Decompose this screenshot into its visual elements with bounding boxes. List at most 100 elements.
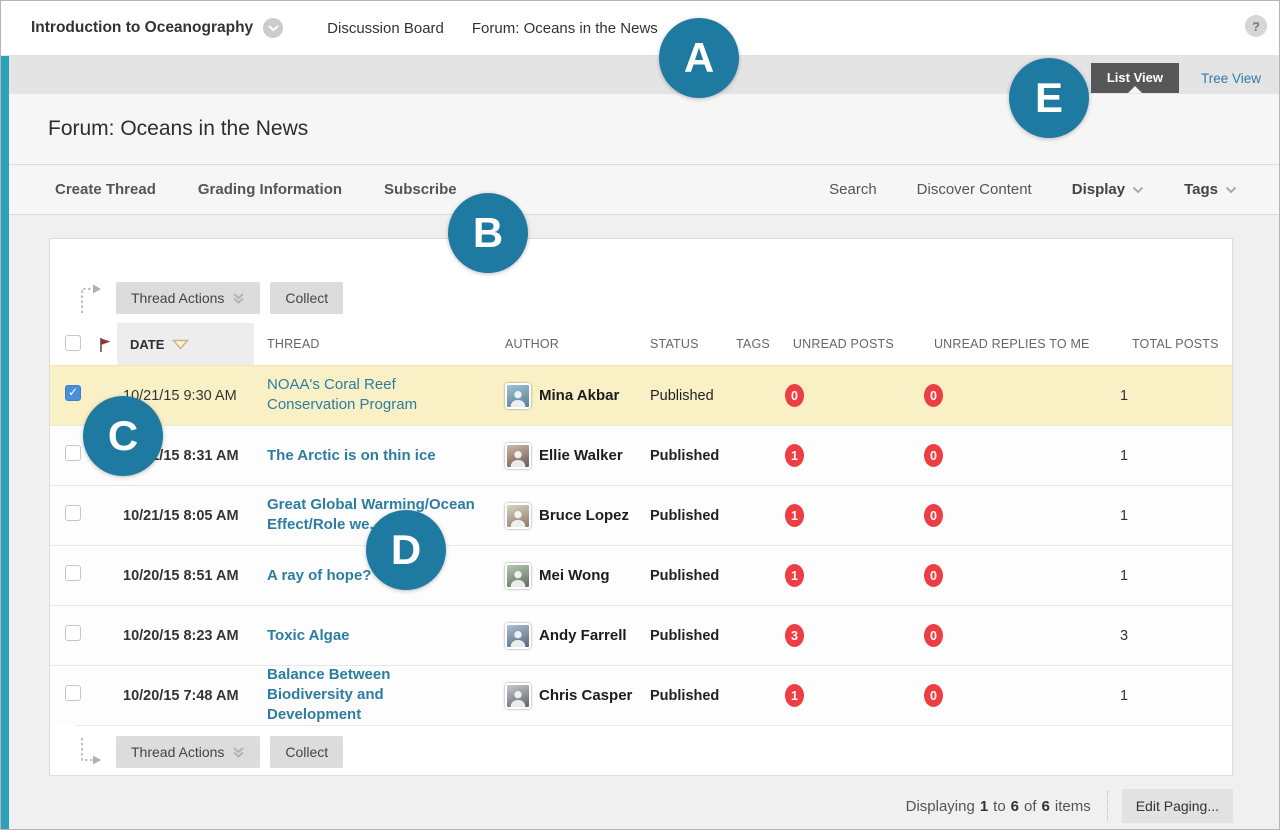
column-header-total-posts[interactable]: TOTAL POSTS <box>1132 337 1219 351</box>
discover-content-button[interactable]: Discover Content <box>917 181 1032 198</box>
author-name: Mei Wong <box>539 567 610 584</box>
flag-icon <box>98 336 112 353</box>
course-menu-toggle[interactable] <box>263 18 283 38</box>
thread-status: Published <box>642 688 727 704</box>
unread-replies-badge: 0 <box>924 684 943 707</box>
displaying-to: 6 <box>1011 798 1019 815</box>
unread-posts-badge: 1 <box>785 684 804 707</box>
column-header-thread[interactable]: THREAD <box>267 337 320 351</box>
total-posts: 1 <box>1092 688 1232 704</box>
chevron-down-icon <box>1132 186 1144 194</box>
tags-dropdown[interactable]: Tags <box>1184 181 1237 198</box>
table-row: ✓ 10/21/15 9:30 AM NOAA's Coral Reef Con… <box>50 365 1232 425</box>
displaying-from: 1 <box>980 798 988 815</box>
sort-descending-icon <box>172 339 189 350</box>
unread-posts-badge: 3 <box>785 624 804 647</box>
thread-list-container: Thread Actions Collect DATE <box>49 238 1233 776</box>
thread-date: 10/20/15 7:48 AM <box>117 688 254 704</box>
column-header-status[interactable]: STATUS <box>650 337 699 351</box>
thread-date: 10/20/15 8:51 AM <box>117 568 254 584</box>
avatar <box>505 503 531 529</box>
thread-actions-label: Thread Actions <box>131 290 224 306</box>
column-header-date[interactable]: DATE <box>117 323 254 365</box>
content-area: Thread Actions Collect DATE <box>9 215 1279 829</box>
thread-link[interactable]: Toxic Algae <box>267 626 350 646</box>
callout-e: E <box>1009 58 1089 138</box>
callout-b: B <box>448 193 528 273</box>
displaying-to-word: to <box>993 798 1006 815</box>
create-thread-button[interactable]: Create Thread <box>55 181 156 198</box>
row-checkbox[interactable] <box>65 445 81 461</box>
unread-replies-badge: 0 <box>924 504 943 527</box>
displaying-items-word: items <box>1055 798 1091 815</box>
thread-link[interactable]: The Arctic is on thin ice <box>267 446 436 466</box>
avatar <box>505 383 531 409</box>
row-checkbox[interactable] <box>65 625 81 641</box>
thread-status: Published <box>642 388 727 404</box>
thread-link[interactable]: Balance Between Biodiversity and Develop… <box>267 665 476 726</box>
row-checkbox[interactable] <box>65 505 81 521</box>
total-posts: 1 <box>1092 448 1232 464</box>
unread-posts-badge: 1 <box>785 444 804 467</box>
search-button[interactable]: Search <box>829 181 877 198</box>
unread-posts-badge: 1 <box>785 504 804 527</box>
chevron-down-icon <box>268 25 279 32</box>
row-checkbox[interactable]: ✓ <box>65 385 81 401</box>
column-header-author[interactable]: AUTHOR <box>505 337 559 351</box>
thread-link[interactable]: A ray of hope? <box>267 566 371 586</box>
collect-button[interactable]: Collect <box>270 736 343 768</box>
breadcrumb-discussion-board[interactable]: Discussion Board <box>327 20 444 37</box>
total-posts: 1 <box>1092 568 1232 584</box>
display-dropdown[interactable]: Display <box>1072 181 1144 198</box>
row-checkbox[interactable] <box>65 565 81 581</box>
chevron-down-icon <box>1225 186 1237 194</box>
list-view-button[interactable]: List View <box>1091 63 1179 93</box>
row-checkbox[interactable] <box>65 685 81 701</box>
blackboard-forum-page: Introduction to Oceanography Discussion … <box>0 0 1280 830</box>
table-row: 10/20/15 8:23 AM Toxic Algae Andy Farrel… <box>50 605 1232 665</box>
total-posts: 3 <box>1092 628 1232 644</box>
total-posts: 1 <box>1092 508 1232 524</box>
unread-replies-badge: 0 <box>924 564 943 587</box>
avatar <box>505 443 531 469</box>
subscribe-button[interactable]: Subscribe <box>384 181 457 198</box>
author-name: Ellie Walker <box>539 447 623 464</box>
displaying-word: Displaying <box>906 798 975 815</box>
unread-replies-badge: 0 <box>924 624 943 647</box>
table-row: 10/20/15 7:48 AM Balance Between Biodive… <box>50 665 1232 725</box>
view-toggle-strip: List View Tree View <box>9 56 1279 94</box>
action-bar-left: Create Thread Grading Information Subscr… <box>55 181 457 198</box>
thread-date: 10/21/15 8:05 AM <box>117 508 254 524</box>
unread-posts-badge: 1 <box>785 564 804 587</box>
column-header-unread-posts[interactable]: UNREAD POSTS <box>793 337 894 351</box>
author-name: Chris Casper <box>539 687 632 704</box>
column-header-tags[interactable]: TAGS <box>736 337 770 351</box>
thread-actions-button[interactable]: Thread Actions <box>116 282 260 314</box>
thread-status: Published <box>642 448 727 464</box>
table-row: 10/20/15 8:51 AM A ray of hope? Mei Wong… <box>50 545 1232 605</box>
checkmark-icon: ✓ <box>68 385 78 399</box>
page-title-area: Forum: Oceans in the News <box>9 94 1279 164</box>
displaying-total: 6 <box>1042 798 1050 815</box>
table-row: 10/21/15 8:05 AM Great Global Warming/Oc… <box>50 485 1232 545</box>
avatar <box>505 683 531 709</box>
help-icon[interactable]: ? <box>1245 15 1267 37</box>
date-header-label: DATE <box>130 337 164 352</box>
collect-button[interactable]: Collect <box>270 282 343 314</box>
double-chevron-down-icon <box>232 292 245 305</box>
display-dropdown-label: Display <box>1072 181 1125 198</box>
column-header-unread-replies[interactable]: UNREAD REPLIES TO ME <box>934 337 1090 351</box>
edit-paging-button[interactable]: Edit Paging... <box>1122 789 1233 823</box>
author-name: Bruce Lopez <box>539 507 629 524</box>
select-all-checkbox[interactable] <box>65 335 81 351</box>
double-chevron-down-icon <box>232 746 245 759</box>
accent-sidebar <box>1 56 9 830</box>
callout-a: A <box>659 18 739 98</box>
paging-separator <box>1107 791 1108 821</box>
thread-actions-button[interactable]: Thread Actions <box>116 736 260 768</box>
collect-label: Collect <box>285 744 328 760</box>
grading-information-button[interactable]: Grading Information <box>198 181 342 198</box>
breadcrumb-current-forum: Forum: Oceans in the News <box>472 20 658 37</box>
thread-link[interactable]: NOAA's Coral Reef Conservation Program <box>267 375 476 416</box>
tree-view-link[interactable]: Tree View <box>1201 71 1261 86</box>
